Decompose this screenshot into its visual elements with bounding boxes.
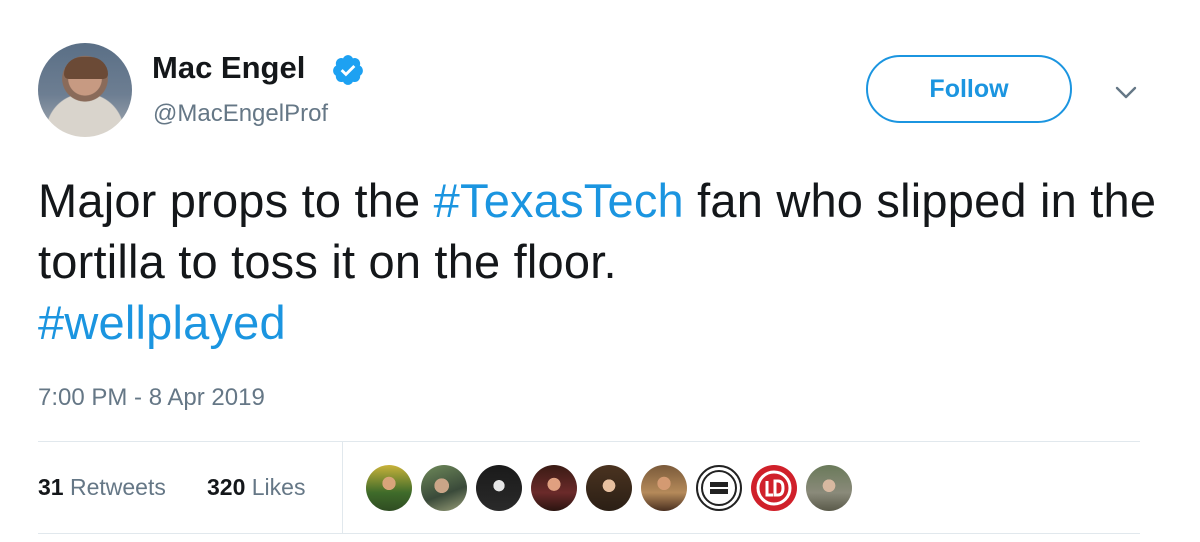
hashtag-link-texastech[interactable]: #TexasTech <box>434 174 684 227</box>
likes-count: 320 <box>207 474 246 500</box>
liker-avatar-2[interactable] <box>421 465 467 511</box>
tweet-card: Mac Engel @MacEngelProf Follow Major pro… <box>0 0 1200 542</box>
liker-avatar-3[interactable] <box>476 465 522 511</box>
ld-logo-icon <box>756 470 792 506</box>
liker-avatar-1[interactable] <box>366 465 412 511</box>
chevron-down-icon[interactable] <box>1111 80 1141 104</box>
tweet-text-segment: Major props to the <box>38 174 434 227</box>
likes-stat[interactable]: 320 Likes <box>207 474 305 501</box>
author-display-name[interactable]: Mac Engel <box>152 50 305 86</box>
follow-button[interactable]: Follow <box>866 55 1072 123</box>
retweets-stat[interactable]: 31 Retweets <box>38 474 166 501</box>
liker-avatar-9[interactable] <box>806 465 852 511</box>
author-avatar[interactable] <box>38 43 132 137</box>
liker-avatar-ld[interactable] <box>751 465 797 511</box>
liker-avatar-beer-daily[interactable] <box>696 465 742 511</box>
liker-avatar-6[interactable] <box>641 465 687 511</box>
stats-top-divider <box>38 441 1140 442</box>
avatar-hair <box>64 57 108 79</box>
stats-vertical-divider <box>342 442 343 533</box>
tweet-timestamp[interactable]: 7:00 PM - 8 Apr 2019 <box>38 384 265 412</box>
tweet-text: Major props to the #TexasTech fan who sl… <box>38 170 1178 353</box>
liker-avatar-5[interactable] <box>586 465 632 511</box>
beer-daily-logo-icon <box>701 470 737 506</box>
likes-label: Likes <box>251 474 306 500</box>
author-handle[interactable]: @MacEngelProf <box>153 100 328 128</box>
hashtag-link-wellplayed[interactable]: #wellplayed <box>38 296 286 349</box>
stats-bottom-divider <box>38 533 1140 534</box>
retweets-label: Retweets <box>69 474 166 500</box>
verified-badge-icon <box>333 55 363 85</box>
retweets-count: 31 <box>38 474 64 500</box>
liker-avatar-4[interactable] <box>531 465 577 511</box>
